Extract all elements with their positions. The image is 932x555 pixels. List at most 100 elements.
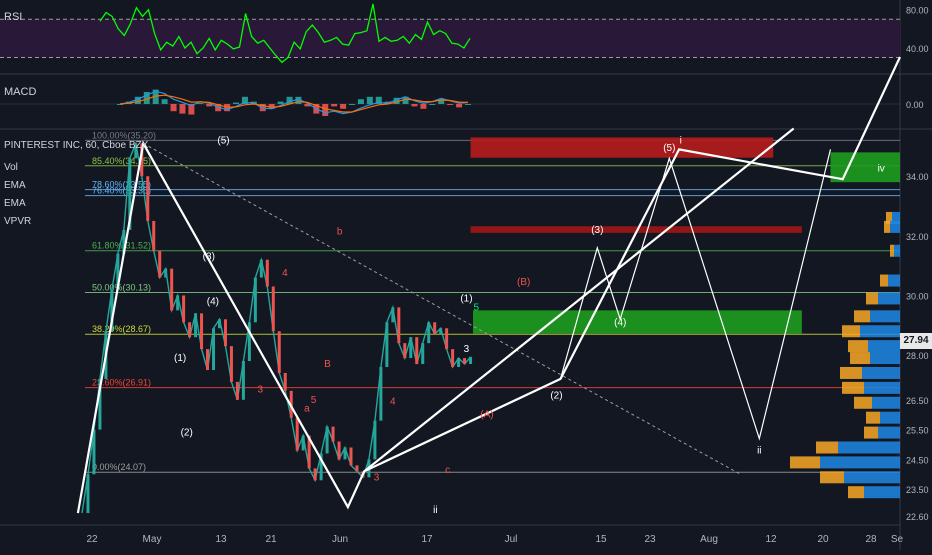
candle [259,259,263,278]
time-tick-label: 17 [421,534,433,545]
wave-label: 4 [390,396,396,407]
candle [229,346,233,382]
macd-histogram-bar [465,104,471,105]
wave-label: iv [878,164,885,175]
wave-label: (5) [217,135,229,146]
candle [188,322,192,338]
vpvr-up-bar [890,220,900,233]
price-tick-label: 25.50 [906,426,929,436]
candle [176,295,180,311]
candle [301,435,305,451]
wave-label: (3) [591,225,603,236]
wave-label: 3 [464,344,470,355]
candle [451,349,455,367]
wave-label: 5 [311,395,317,406]
wave-label: (1) [174,353,186,364]
candle [206,349,210,370]
indicator-vpvr[interactable]: VPVR [4,216,31,227]
chart-stage[interactable]: 80.00 40.00 0.00 100.00%(35.20) 85.40%(34.35… [0,0,932,550]
chart-canvas[interactable]: 80.0040.000.00100.00%(35.20)85.40%(34.35… [0,0,932,550]
time-tick-label: 21 [265,534,277,545]
price-tick-label: 26.50 [906,396,929,406]
vpvr-down-bar [790,456,820,469]
macd-histogram-bar [161,99,168,104]
candle [86,474,90,514]
candle [92,429,96,475]
indicator-ema-2[interactable]: EMA [4,198,26,209]
vpvr-up-bar [894,244,900,257]
candle [212,328,216,370]
indicator-vol[interactable]: Vol [4,162,18,173]
candle [421,343,425,365]
vpvr-up-bar [864,381,900,394]
candle [445,328,449,350]
wave-label: a [304,404,310,415]
candle [182,295,186,323]
vpvr-up-bar [872,396,900,409]
wave-label: (2) [550,390,562,401]
vpvr-up-bar [838,441,900,454]
macd-histogram-bar [340,104,347,109]
candle [223,319,227,347]
candle [355,465,359,472]
wave-label: B [324,359,331,370]
macd-histogram-bar [420,104,427,109]
price-tick-label: 23.50 [906,485,929,495]
indicator-ema-1[interactable]: EMA [4,180,26,191]
candle [313,468,317,481]
fib-level-label: 61.80%(31.52) [92,241,151,251]
candle [217,319,221,329]
fib-level-label: 50.00%(30.13) [92,282,151,292]
candle [277,331,281,373]
candle [397,307,401,344]
wave-label: ii [757,445,761,456]
price-tick-label: 34.00 [906,172,929,182]
candle [337,441,341,460]
candle [271,286,275,332]
fib-level-label: 100.00%(35.20) [92,130,156,140]
time-tick-label: 13 [215,534,227,545]
rsi-band [0,19,900,58]
vpvr-up-bar [878,292,900,305]
candle [457,358,461,367]
wave-label: (1) [460,293,472,304]
candle [409,337,413,359]
macd-histogram-bar [322,104,329,116]
candle [343,447,347,460]
vpvr-down-bar [884,220,890,233]
symbol-title[interactable]: PINTEREST INC, 60, Cboe BZX [4,140,148,151]
price-tick-label: 30.00 [906,291,929,301]
macd-histogram-bar [277,101,284,104]
price-tick-label: 32.00 [906,232,929,242]
vpvr-down-bar [890,244,894,257]
wave-label: 3 [258,384,264,395]
time-tick-label: Jun [332,534,348,545]
vpvr-down-bar [866,292,878,305]
wave-label: 3 [374,472,380,483]
candle [373,420,377,460]
rsi-tick-label: 40.00 [906,44,929,54]
vpvr-down-bar [842,325,860,338]
macd-histogram-bar [411,104,418,107]
candle [158,250,162,278]
wave-label: 5 [473,302,479,313]
wave-label: (3) [203,252,215,263]
vpvr-up-bar [844,471,900,484]
macd-title: MACD [4,86,37,98]
wave-label: (A) [480,410,493,421]
time-tick-label: 23 [644,534,656,545]
wave-label: ii [433,505,437,516]
vpvr-up-bar [880,411,900,424]
fib-level-label: 76.40%(33.35) [92,186,151,196]
time-tick-label: 28 [865,534,877,545]
wave-label: c [445,465,450,476]
vpvr-up-bar [878,426,900,439]
candle [194,313,198,338]
candle [295,417,299,451]
vpvr-down-bar [820,471,844,484]
macd-histogram-bar [447,104,454,105]
wave-label: (B) [517,277,530,288]
wave-label: (4) [614,317,626,328]
vpvr-down-bar [816,441,838,454]
vpvr-up-bar [862,366,900,379]
